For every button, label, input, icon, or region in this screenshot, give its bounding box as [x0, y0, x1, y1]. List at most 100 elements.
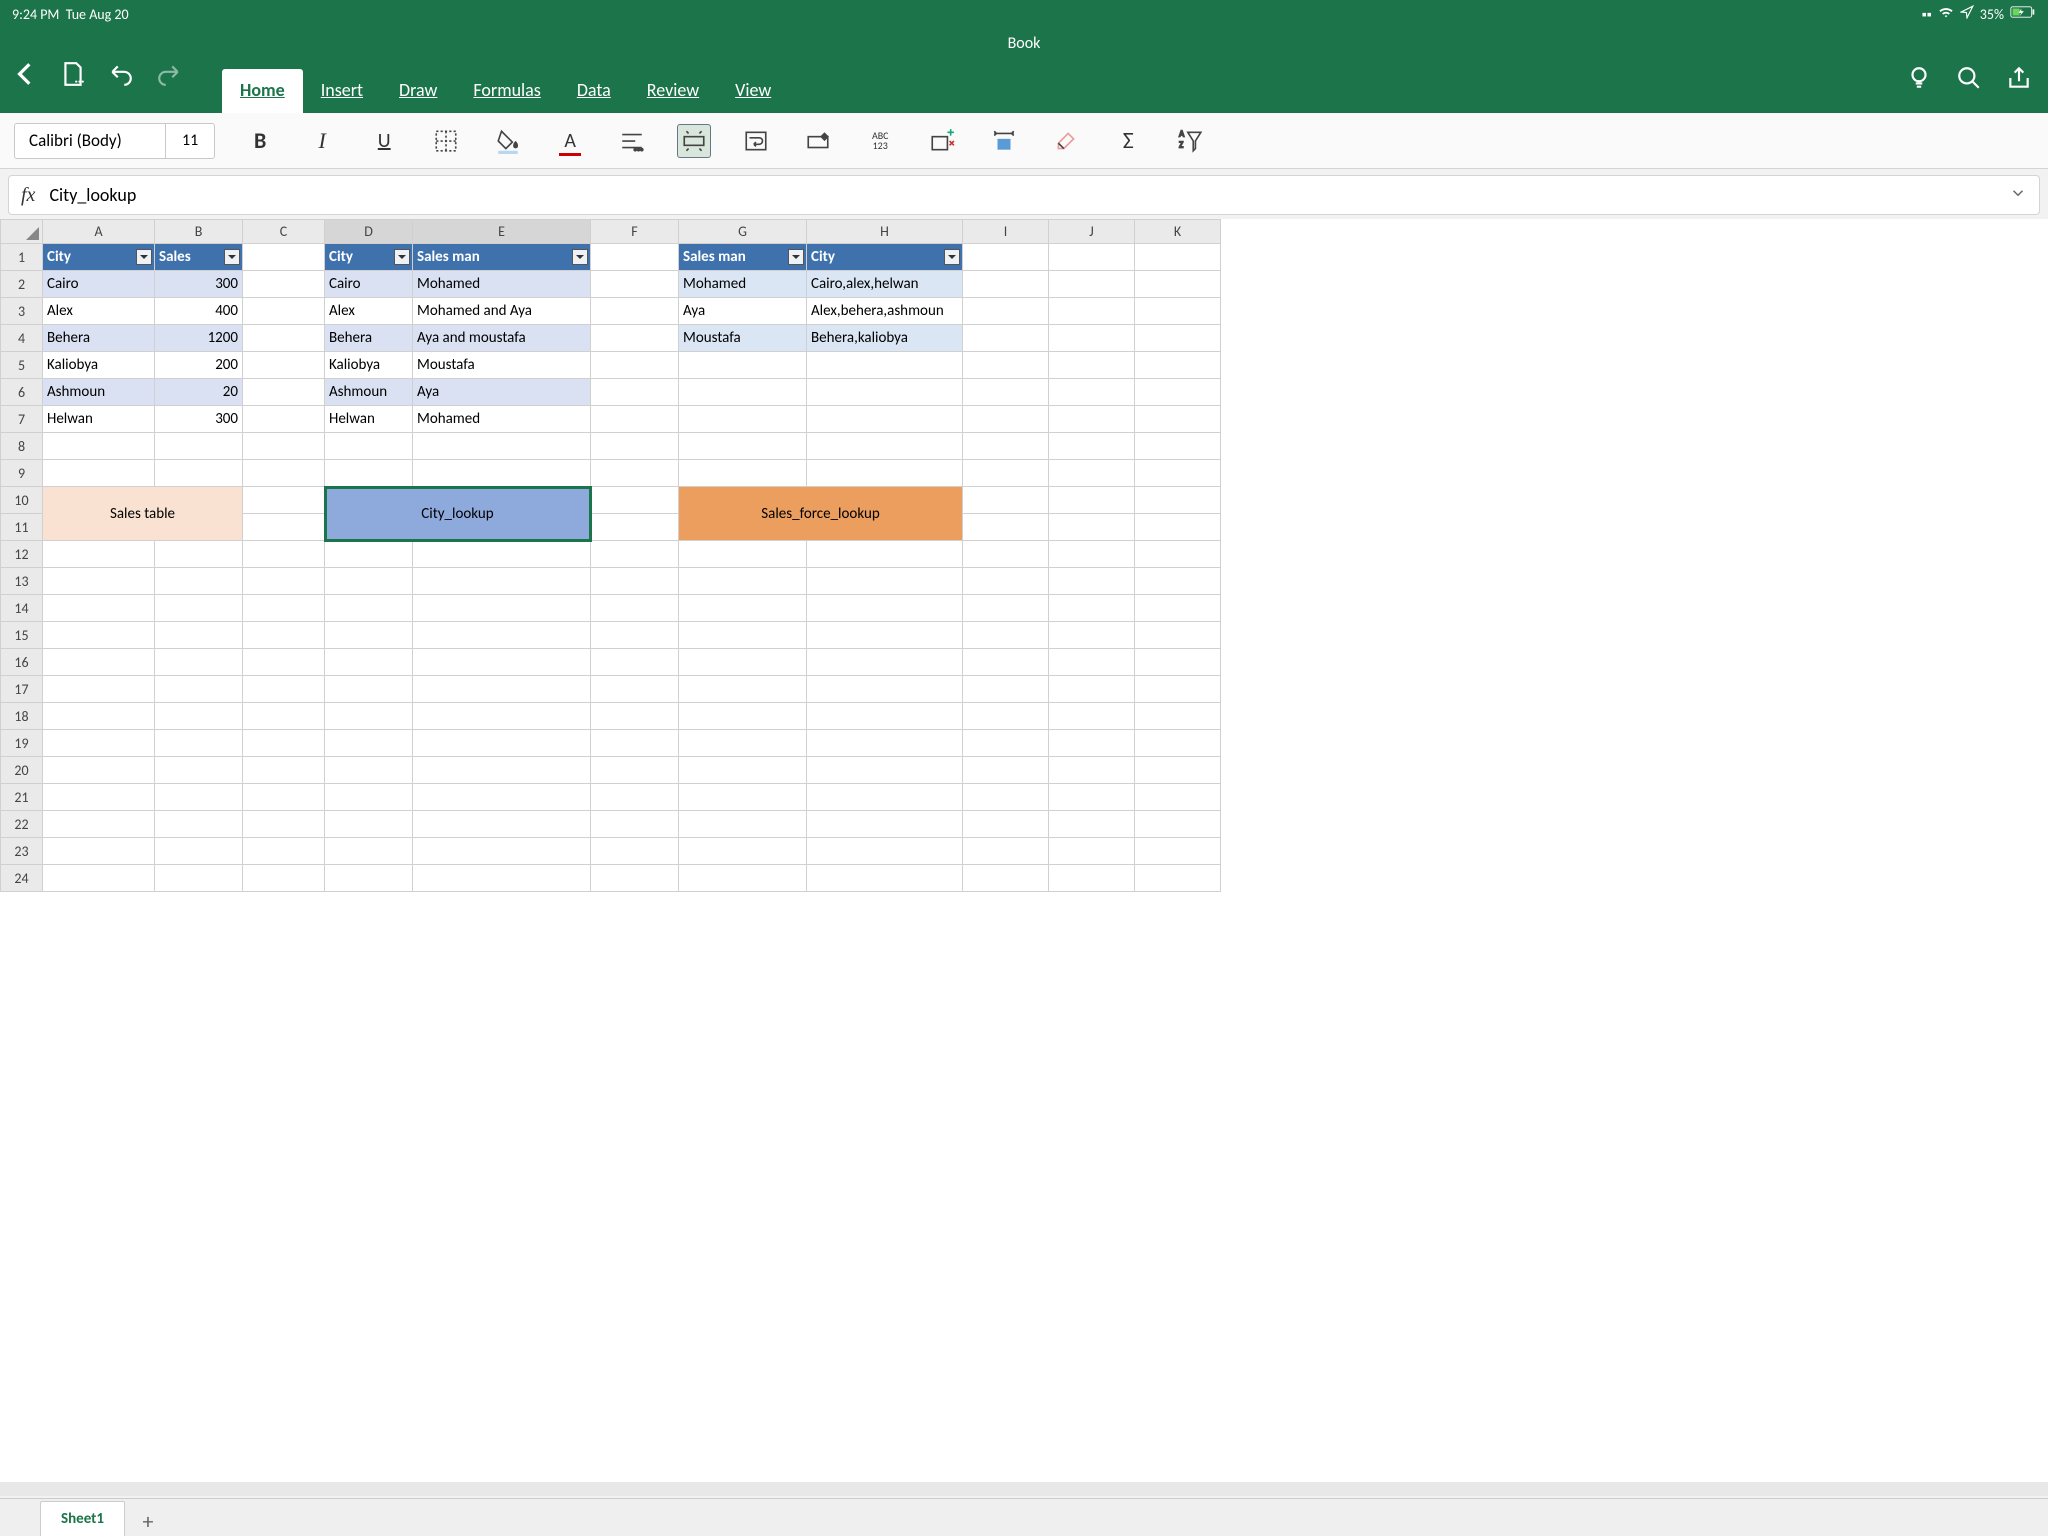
cell-I24[interactable] [963, 865, 1049, 892]
cell-K3[interactable] [1135, 298, 1221, 325]
tab-data[interactable]: Data [559, 69, 629, 113]
cell-D18[interactable] [325, 703, 413, 730]
cell-C17[interactable] [243, 676, 325, 703]
cell-H23[interactable] [807, 838, 963, 865]
cell-K24[interactable] [1135, 865, 1221, 892]
cell-F5[interactable] [591, 352, 679, 379]
cell-J3[interactable] [1049, 298, 1135, 325]
horizontal-scrollbar[interactable] [0, 1482, 2048, 1496]
cell-A16[interactable] [43, 649, 155, 676]
cell-C16[interactable] [243, 649, 325, 676]
cell-D22[interactable] [325, 811, 413, 838]
cell-J4[interactable] [1049, 325, 1135, 352]
cell-G24[interactable] [679, 865, 807, 892]
row-header-24[interactable]: 24 [1, 865, 43, 892]
row-header-4[interactable]: 4 [1, 325, 43, 352]
cell-G10[interactable]: Sales_force_lookup [679, 487, 963, 541]
row-header-8[interactable]: 8 [1, 433, 43, 460]
cell-C5[interactable] [243, 352, 325, 379]
bold-button[interactable]: B [243, 124, 277, 158]
cell-B16[interactable] [155, 649, 243, 676]
cell-H17[interactable] [807, 676, 963, 703]
row-header-1[interactable]: 1 [1, 244, 43, 271]
cell-H1[interactable]: City [807, 244, 963, 271]
col-header-J[interactable]: J [1049, 220, 1135, 244]
cell-A20[interactable] [43, 757, 155, 784]
cell-J24[interactable] [1049, 865, 1135, 892]
cell-style-button[interactable] [801, 124, 835, 158]
cell-G19[interactable] [679, 730, 807, 757]
cell-H9[interactable] [807, 460, 963, 487]
cell-C15[interactable] [243, 622, 325, 649]
cell-F8[interactable] [591, 433, 679, 460]
cell-I13[interactable] [963, 568, 1049, 595]
cell-B8[interactable] [155, 433, 243, 460]
row-header-14[interactable]: 14 [1, 595, 43, 622]
row-header-18[interactable]: 18 [1, 703, 43, 730]
cell-I3[interactable] [963, 298, 1049, 325]
cell-E12[interactable] [413, 541, 591, 568]
cell-J10[interactable] [1049, 487, 1135, 514]
cell-K21[interactable] [1135, 784, 1221, 811]
cell-F3[interactable] [591, 298, 679, 325]
cell-K12[interactable] [1135, 541, 1221, 568]
cell-H21[interactable] [807, 784, 963, 811]
cell-A18[interactable] [43, 703, 155, 730]
cell-A7[interactable]: Helwan [43, 406, 155, 433]
row-header-5[interactable]: 5 [1, 352, 43, 379]
cell-H18[interactable] [807, 703, 963, 730]
back-icon[interactable] [12, 61, 38, 92]
cell-C7[interactable] [243, 406, 325, 433]
cell-H3[interactable]: Alex,behera,ashmoun [807, 298, 963, 325]
cell-K23[interactable] [1135, 838, 1221, 865]
cell-H19[interactable] [807, 730, 963, 757]
cell-D12[interactable] [325, 541, 413, 568]
cell-B2[interactable]: 300 [155, 271, 243, 298]
cell-K16[interactable] [1135, 649, 1221, 676]
cell-H24[interactable] [807, 865, 963, 892]
cell-K2[interactable] [1135, 271, 1221, 298]
cell-C2[interactable] [243, 271, 325, 298]
cell-F18[interactable] [591, 703, 679, 730]
cell-I1[interactable] [963, 244, 1049, 271]
row-header-23[interactable]: 23 [1, 838, 43, 865]
cell-J20[interactable] [1049, 757, 1135, 784]
cell-G20[interactable] [679, 757, 807, 784]
cell-B24[interactable] [155, 865, 243, 892]
underline-button[interactable]: U [367, 124, 401, 158]
cell-A6[interactable]: Ashmoun [43, 379, 155, 406]
cell-H8[interactable] [807, 433, 963, 460]
cell-D13[interactable] [325, 568, 413, 595]
cell-F23[interactable] [591, 838, 679, 865]
cell-B7[interactable]: 300 [155, 406, 243, 433]
cell-K15[interactable] [1135, 622, 1221, 649]
cell-J19[interactable] [1049, 730, 1135, 757]
cell-K7[interactable] [1135, 406, 1221, 433]
row-header-7[interactable]: 7 [1, 406, 43, 433]
sort-filter-button[interactable]: AZ [1173, 124, 1207, 158]
row-header-11[interactable]: 11 [1, 514, 43, 541]
cell-J15[interactable] [1049, 622, 1135, 649]
cell-E23[interactable] [413, 838, 591, 865]
cell-A19[interactable] [43, 730, 155, 757]
col-header-G[interactable]: G [679, 220, 807, 244]
cell-D20[interactable] [325, 757, 413, 784]
select-all-corner[interactable] [1, 220, 43, 244]
tab-draw[interactable]: Draw [381, 69, 455, 113]
search-icon[interactable] [1956, 65, 1982, 96]
cell-F14[interactable] [591, 595, 679, 622]
col-header-B[interactable]: B [155, 220, 243, 244]
cell-K13[interactable] [1135, 568, 1221, 595]
cell-E18[interactable] [413, 703, 591, 730]
cell-K5[interactable] [1135, 352, 1221, 379]
cell-J12[interactable] [1049, 541, 1135, 568]
cell-K4[interactable] [1135, 325, 1221, 352]
cell-B19[interactable] [155, 730, 243, 757]
cell-E24[interactable] [413, 865, 591, 892]
cell-A9[interactable] [43, 460, 155, 487]
cell-E21[interactable] [413, 784, 591, 811]
redo-icon[interactable] [156, 61, 182, 92]
row-header-10[interactable]: 10 [1, 487, 43, 514]
cell-C6[interactable] [243, 379, 325, 406]
cell-C11[interactable] [243, 514, 325, 541]
